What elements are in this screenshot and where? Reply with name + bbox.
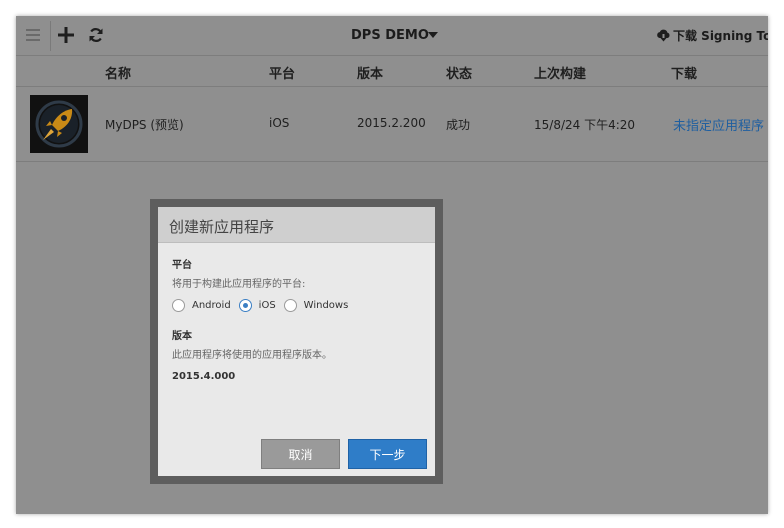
version-value: 2015.4.000	[172, 371, 236, 382]
refresh-icon[interactable]	[85, 24, 107, 46]
hamburger-icon[interactable]	[22, 24, 44, 46]
cancel-button[interactable]: 取消	[261, 439, 340, 469]
radio-windows[interactable]	[283, 299, 297, 312]
app-title[interactable]: DPS DEMO	[351, 28, 429, 43]
platform-radio-group: Android iOS Windows	[172, 299, 356, 312]
column-header-name[interactable]: 名称	[105, 63, 131, 82]
app-last-build: 15/8/24 下午4:20	[534, 118, 636, 132]
column-header-last-build[interactable]: 上次构建	[534, 63, 586, 82]
dialog-title: 创建新应用程序	[169, 218, 275, 236]
version-description: 此应用程序将使用的应用程序版本。	[172, 350, 332, 361]
download-signing-label: 下载 Signing Tool	[673, 29, 768, 43]
column-header-download[interactable]: 下载	[671, 63, 697, 82]
app-window: DPS DEMO 下载 Signing Tool 名称 平台 版本 状态 上次构…	[16, 16, 768, 514]
column-header-platform[interactable]: 平台	[269, 63, 295, 82]
radio-label-ios[interactable]: iOS	[259, 300, 276, 311]
toolbar: DPS DEMO 下载 Signing Tool	[16, 16, 768, 56]
app-name: MyDPS (预览)	[105, 118, 184, 132]
app-version: 2015.2.200	[357, 116, 426, 130]
download-signing-tool-button[interactable]: 下载 Signing Tool	[656, 27, 768, 44]
radio-android[interactable]	[172, 299, 185, 312]
app-platform: iOS	[269, 116, 290, 130]
platform-label: 平台	[172, 260, 192, 271]
download-link[interactable]: 未指定应用程序	[673, 115, 764, 134]
app-status: 成功	[446, 118, 471, 132]
chevron-down-icon[interactable]	[428, 32, 438, 38]
dialog-frame: 创建新应用程序 平台 将用于构建此应用程序的平台: Android iOS Wi…	[150, 199, 443, 484]
platform-description: 将用于构建此应用程序的平台:	[172, 279, 306, 290]
column-header-status[interactable]: 状态	[446, 63, 472, 82]
column-header-version[interactable]: 版本	[357, 63, 383, 82]
table-header: 名称 平台 版本 状态 上次构建 下载	[16, 56, 768, 87]
rocket-app-icon	[30, 95, 88, 153]
create-app-dialog: 创建新应用程序 平台 将用于构建此应用程序的平台: Android iOS Wi…	[158, 207, 435, 476]
plus-icon[interactable]	[55, 24, 77, 46]
cloud-download-icon	[657, 29, 670, 42]
radio-ios[interactable]	[238, 299, 252, 312]
radio-label-windows[interactable]: Windows	[304, 300, 349, 311]
version-label: 版本	[172, 331, 192, 342]
next-button[interactable]: 下一步	[348, 439, 427, 469]
radio-label-android[interactable]: Android	[192, 300, 231, 311]
dialog-header: 创建新应用程序	[158, 207, 435, 243]
toolbar-divider	[50, 21, 51, 51]
table-row[interactable]: MyDPS (预览) iOS 2015.2.200 成功 15/8/24 下午4…	[16, 87, 768, 162]
